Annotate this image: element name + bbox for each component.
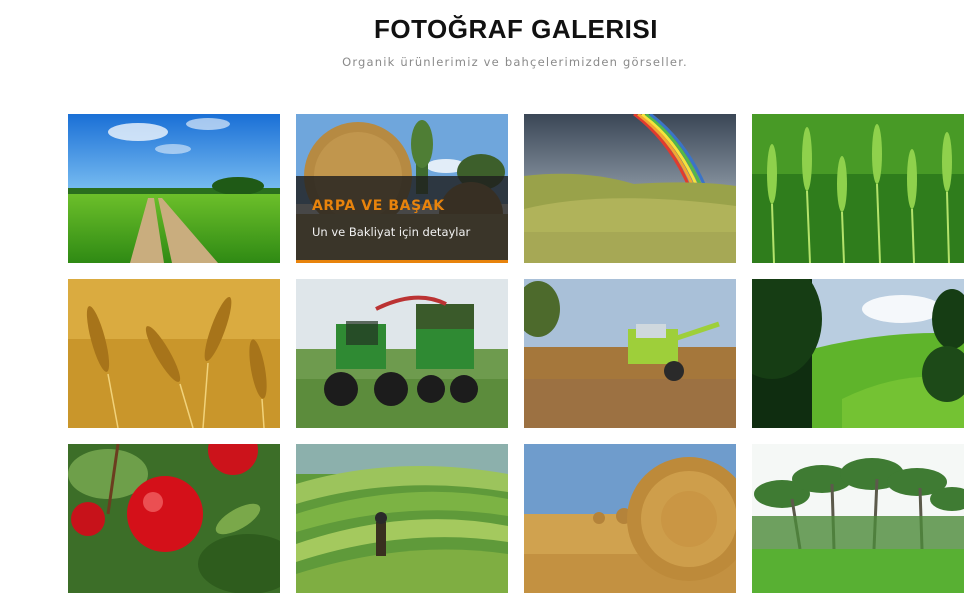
red-apples-photo	[68, 444, 280, 593]
gallery-item-rainbow-hills[interactable]	[524, 114, 736, 263]
palm-trees-photo	[752, 444, 964, 593]
gallery-item-forest-meadow[interactable]	[752, 279, 964, 428]
item-caption-overlay: ARPA VE BAŞAK Un ve Bakliyat için detayl…	[296, 176, 508, 263]
combine-harvester-photo	[524, 279, 736, 428]
gallery-item-golden-wheat[interactable]	[68, 279, 280, 428]
country-road-photo	[68, 114, 280, 263]
green-wheat-photo	[752, 114, 964, 263]
round-hay-bale-photo	[524, 444, 736, 593]
item-caption-title: ARPA VE BAŞAK	[312, 198, 445, 214]
page-title: FOTOĞRAF GALERISI	[374, 14, 658, 44]
gallery-item-round-bale[interactable]	[524, 444, 736, 593]
gallery-item-tractors[interactable]	[296, 279, 508, 428]
page-subtitle: Organik ürünlerimiz ve bahçelerimizden g…	[342, 55, 688, 69]
gallery-item-palm-trees[interactable]	[752, 444, 964, 593]
green-tractors-photo	[296, 279, 508, 428]
item-caption-link[interactable]: Un ve Bakliyat için detaylar	[312, 225, 470, 239]
golden-wheat-photo	[68, 279, 280, 428]
gallery-item-country-road[interactable]	[68, 114, 280, 263]
gallery-item-combine[interactable]	[524, 279, 736, 428]
gallery-item-green-wheat[interactable]	[752, 114, 964, 263]
rainbow-hills-photo	[524, 114, 736, 263]
gallery-item-rice-terraces[interactable]	[296, 444, 508, 593]
gallery-item-barley[interactable]: ARPA VE BAŞAK Un ve Bakliyat için detayl…	[296, 114, 508, 263]
gallery-item-apples[interactable]	[68, 444, 280, 593]
rice-terraces-photo	[296, 444, 508, 593]
forest-meadow-photo	[752, 279, 964, 428]
